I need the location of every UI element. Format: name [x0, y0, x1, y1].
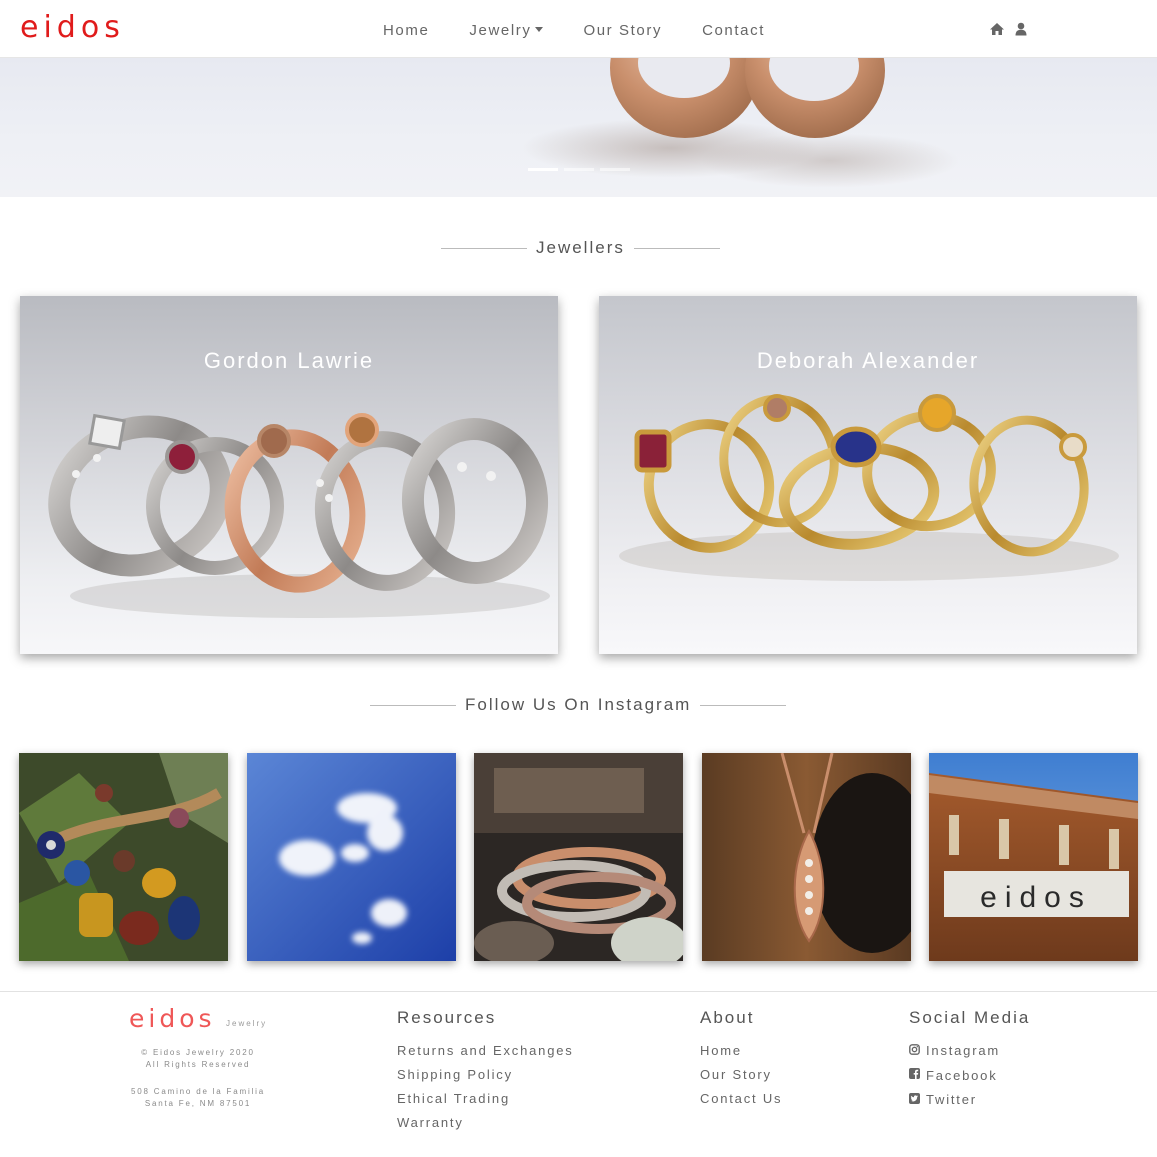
footer-copyright: © Eidos Jewelry 2020 [141, 1048, 255, 1057]
footer-resources: Resources Returns and Exchanges Shipping… [397, 1008, 574, 1135]
link-instagram[interactable]: Instagram [909, 1039, 1030, 1064]
link-our-story[interactable]: Our Story [700, 1063, 782, 1087]
carousel-indicators [528, 168, 630, 171]
nav-contact[interactable]: Contact [702, 22, 765, 39]
resources-heading: Resources [397, 1008, 497, 1027]
instagram-post-stacked-rings[interactable] [474, 753, 683, 961]
link-twitter[interactable]: Twitter [909, 1088, 1030, 1113]
link-facebook[interactable]: Facebook [909, 1064, 1030, 1089]
jeweller-card-deborah-alexander[interactable]: Deborah Alexander [599, 296, 1137, 654]
footer-divider [0, 991, 1157, 992]
nav-icons [989, 22, 1027, 36]
footer-brand-subtitle: Jewelry [226, 1019, 268, 1028]
facebook-icon [909, 1063, 920, 1087]
carousel-indicator-1[interactable] [528, 168, 558, 171]
heading-rule [633, 247, 720, 249]
stacked-rings-photo [474, 753, 683, 961]
eidos-storefront-photo: eidos [929, 753, 1138, 961]
caret-down-icon [535, 26, 544, 32]
sky-clouds-photo [247, 753, 456, 961]
nav-jewelry-label: Jewelry [469, 22, 532, 39]
link-warranty[interactable]: Warranty [397, 1111, 574, 1135]
instagram-post-sky[interactable] [247, 753, 456, 961]
link-shipping-policy[interactable]: Shipping Policy [397, 1063, 574, 1087]
brand-logo[interactable]: eidos [20, 10, 125, 45]
heading-rule [370, 704, 456, 706]
beaded-necklace-photo [19, 753, 228, 961]
jeweller-card-gordon-lawrie[interactable]: Gordon Lawrie [20, 296, 558, 654]
about-heading: About [700, 1008, 755, 1027]
jeweller-name: Deborah Alexander [756, 348, 980, 373]
user-icon[interactable] [1015, 22, 1027, 36]
hero-shadow [700, 133, 960, 188]
storefront-sign-text: eidos [980, 881, 1092, 914]
jewellers-heading: Jewellers [441, 238, 720, 258]
instagram-post-pendant[interactable] [702, 753, 911, 961]
link-returns-exchanges[interactable]: Returns and Exchanges [397, 1039, 574, 1063]
nav-links: Home Jewelry Our Story Contact [383, 22, 805, 39]
facebook-label: Facebook [926, 1067, 998, 1083]
home-icon[interactable] [989, 22, 1005, 36]
carousel-indicator-2[interactable] [564, 168, 594, 171]
jeweller-name: Gordon Lawrie [203, 348, 375, 373]
footer-social: Social Media Instagram Facebook Twitter [909, 1008, 1030, 1113]
footer-about: About Home Our Story Contact Us [700, 1008, 782, 1111]
instagram-post-storefront[interactable]: eidos [929, 753, 1138, 961]
footer-rights: All Rights Reserved [145, 1060, 251, 1069]
footer-brand[interactable]: eidos [129, 1004, 216, 1033]
instagram-heading: Follow Us On Instagram [370, 695, 787, 715]
rose-gold-pendant-photo [702, 753, 911, 961]
footer-address-line1: 508 Camino de la Familia [131, 1087, 265, 1096]
jewellers-title: Jewellers [536, 238, 625, 257]
navbar: eidos Home Jewelry Our Story Contact [0, 0, 1157, 58]
instagram-post-beaded-necklace[interactable] [19, 753, 228, 961]
link-ethical-trading[interactable]: Ethical Trading [397, 1087, 574, 1111]
footer-address-line2: Santa Fe, NM 87501 [144, 1099, 252, 1108]
instagram-icon [909, 1039, 920, 1063]
nav-our-story[interactable]: Our Story [583, 22, 662, 39]
link-home[interactable]: Home [700, 1039, 782, 1063]
heading-rule [700, 704, 787, 706]
link-contact-us[interactable]: Contact Us [700, 1087, 782, 1111]
social-heading: Social Media [909, 1008, 1031, 1027]
carousel-indicator-3[interactable] [600, 168, 630, 171]
twitter-icon [909, 1088, 920, 1112]
heading-rule [441, 247, 527, 249]
hero-carousel[interactable] [0, 58, 1157, 197]
instagram-label: Instagram [926, 1043, 1001, 1058]
instagram-title: Follow Us On Instagram [465, 695, 692, 714]
twitter-label: Twitter [926, 1092, 977, 1108]
nav-home[interactable]: Home [383, 22, 429, 39]
nav-jewelry-dropdown[interactable]: Jewelry [469, 22, 544, 39]
